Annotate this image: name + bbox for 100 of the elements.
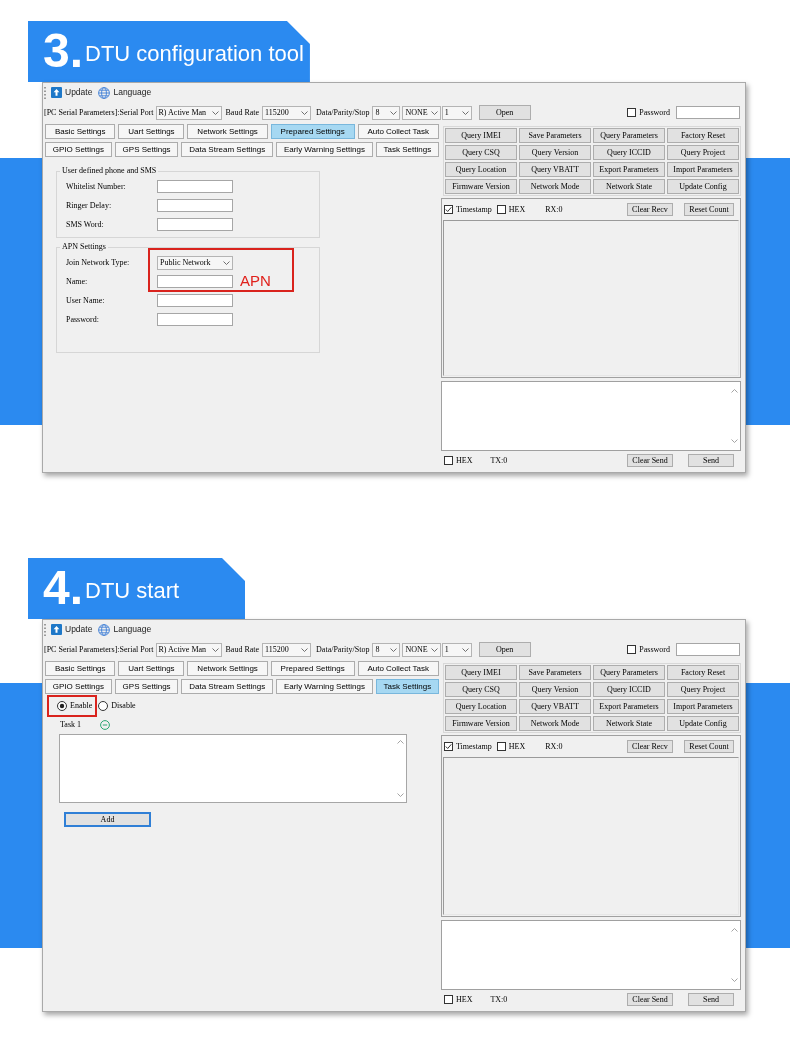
- command-button[interactable]: Query VBATT: [519, 699, 591, 714]
- command-button[interactable]: Save Parameters: [519, 665, 591, 680]
- reset-button[interactable]: Reset Count: [684, 740, 734, 753]
- update-button[interactable]: Update: [51, 87, 93, 98]
- tab[interactable]: Uart Settings: [118, 124, 185, 139]
- tab[interactable]: GPS Settings: [114, 142, 179, 157]
- input-field[interactable]: [157, 275, 233, 288]
- tab[interactable]: GPS Settings: [114, 679, 179, 694]
- dropdown[interactable]: 115200: [262, 105, 312, 120]
- command-button[interactable]: Firmware Version: [445, 179, 517, 194]
- command-button[interactable]: Query Version: [519, 145, 591, 160]
- command-button[interactable]: Update Config: [667, 716, 739, 731]
- text-area[interactable]: [59, 734, 407, 803]
- tab[interactable]: Data Stream Settings: [181, 679, 274, 694]
- open-button[interactable]: Open: [478, 105, 531, 120]
- tab[interactable]: Basic Settings: [45, 124, 116, 139]
- command-button[interactable]: Update Config: [667, 179, 739, 194]
- add-button[interactable]: Add: [64, 812, 151, 827]
- chevron-up-icon[interactable]: [730, 928, 738, 932]
- command-button[interactable]: Query CSQ: [445, 145, 517, 160]
- command-button[interactable]: Query ICCID: [593, 145, 665, 160]
- input-field[interactable]: [157, 313, 233, 326]
- input-field[interactable]: [157, 199, 233, 212]
- tab[interactable]: Auto Collect Task: [357, 661, 439, 676]
- tab[interactable]: Uart Settings: [118, 661, 185, 676]
- tab[interactable]: Network Settings: [187, 661, 268, 676]
- chevron-up-icon[interactable]: [397, 740, 404, 744]
- tab[interactable]: Data Stream Settings: [181, 142, 274, 157]
- command-button[interactable]: Query Parameters: [593, 665, 665, 680]
- tab[interactable]: Task Settings: [375, 142, 439, 157]
- dropdown[interactable]: NONE: [402, 105, 441, 120]
- command-button[interactable]: Import Parameters: [667, 162, 739, 177]
- tab[interactable]: Network Settings: [187, 124, 268, 139]
- dropdown[interactable]: NONE: [402, 642, 441, 657]
- dropdown[interactable]: R) Active Man: [155, 105, 222, 120]
- tab[interactable]: GPIO Settings: [45, 142, 112, 157]
- checkbox[interactable]: [444, 205, 453, 214]
- tab[interactable]: Basic Settings: [45, 661, 116, 676]
- command-button[interactable]: Firmware Version: [445, 716, 517, 731]
- checkbox[interactable]: [444, 742, 453, 751]
- reset-button[interactable]: Reset Count: [684, 203, 734, 216]
- command-button[interactable]: Query ICCID: [593, 682, 665, 697]
- dropdown[interactable]: 115200: [262, 642, 312, 657]
- chevron-up-icon[interactable]: [730, 389, 738, 393]
- send-button[interactable]: Send: [688, 454, 734, 467]
- dropdown[interactable]: 1: [441, 105, 472, 120]
- command-button[interactable]: Network State: [593, 716, 665, 731]
- open-button[interactable]: Open: [478, 642, 531, 657]
- checkbox[interactable]: [444, 456, 453, 465]
- command-button[interactable]: Query Location: [445, 699, 517, 714]
- tab[interactable]: Early Warning Settings: [276, 142, 373, 157]
- clear-button[interactable]: Clear Recv: [627, 203, 673, 216]
- dropdown[interactable]: 8: [372, 642, 401, 657]
- clear-button[interactable]: Clear Recv: [627, 740, 673, 753]
- clear-button[interactable]: Clear Send: [627, 454, 673, 467]
- input-field[interactable]: [676, 106, 740, 119]
- command-button[interactable]: Export Parameters: [593, 699, 665, 714]
- command-button[interactable]: Query Parameters: [593, 128, 665, 143]
- dropdown[interactable]: 8: [372, 105, 401, 120]
- command-button[interactable]: Query Location: [445, 162, 517, 177]
- chevron-down-icon[interactable]: [730, 439, 738, 443]
- checkbox[interactable]: [496, 742, 506, 751]
- input-field[interactable]: [676, 643, 740, 656]
- checkbox[interactable]: [496, 205, 506, 214]
- command-button[interactable]: Query IMEI: [445, 128, 517, 143]
- command-button[interactable]: Factory Reset: [667, 665, 739, 680]
- chevron-down-icon[interactable]: [730, 978, 738, 982]
- clear-button[interactable]: Clear Send: [627, 993, 673, 1006]
- command-button[interactable]: Network State: [593, 179, 665, 194]
- command-button[interactable]: Query VBATT: [519, 162, 591, 177]
- chevron-down-icon[interactable]: [397, 793, 404, 797]
- tab[interactable]: GPIO Settings: [45, 679, 112, 694]
- minus-circle-icon[interactable]: [100, 720, 110, 730]
- command-button[interactable]: Factory Reset: [667, 128, 739, 143]
- input-field[interactable]: [157, 218, 233, 231]
- tab[interactable]: Prepared Settings: [270, 124, 355, 139]
- command-button[interactable]: Export Parameters: [593, 162, 665, 177]
- command-button[interactable]: Query Version: [519, 682, 591, 697]
- tab[interactable]: Auto Collect Task: [357, 124, 439, 139]
- language-button[interactable]: Language: [98, 86, 152, 99]
- command-button[interactable]: Network Mode: [519, 179, 591, 194]
- checkbox[interactable]: [627, 108, 637, 117]
- command-button[interactable]: Query IMEI: [445, 665, 517, 680]
- tab[interactable]: Task Settings: [375, 679, 439, 694]
- tab[interactable]: Early Warning Settings: [276, 679, 373, 694]
- dropdown[interactable]: Public Network: [157, 255, 233, 270]
- command-button[interactable]: Query Project: [667, 682, 739, 697]
- command-button[interactable]: Query Project: [667, 145, 739, 160]
- tab[interactable]: Prepared Settings: [270, 661, 355, 676]
- command-button[interactable]: Network Mode: [519, 716, 591, 731]
- input-field[interactable]: [157, 180, 233, 193]
- dropdown[interactable]: 1: [441, 642, 472, 657]
- radio-button[interactable]: [57, 701, 67, 711]
- send-text-area[interactable]: [441, 920, 741, 990]
- dropdown[interactable]: R) Active Man: [155, 642, 222, 657]
- language-button[interactable]: Language: [98, 623, 152, 636]
- checkbox[interactable]: [444, 995, 453, 1004]
- send-button[interactable]: Send: [688, 993, 734, 1006]
- command-button[interactable]: Query CSQ: [445, 682, 517, 697]
- input-field[interactable]: [157, 294, 233, 307]
